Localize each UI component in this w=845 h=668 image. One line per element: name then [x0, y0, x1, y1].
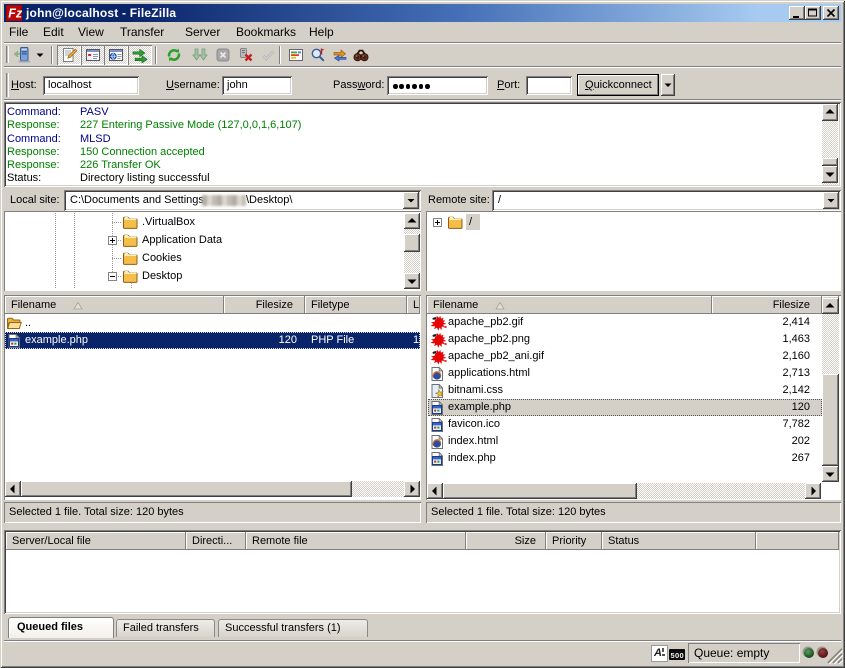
svg-text:Fz: Fz: [8, 7, 22, 21]
